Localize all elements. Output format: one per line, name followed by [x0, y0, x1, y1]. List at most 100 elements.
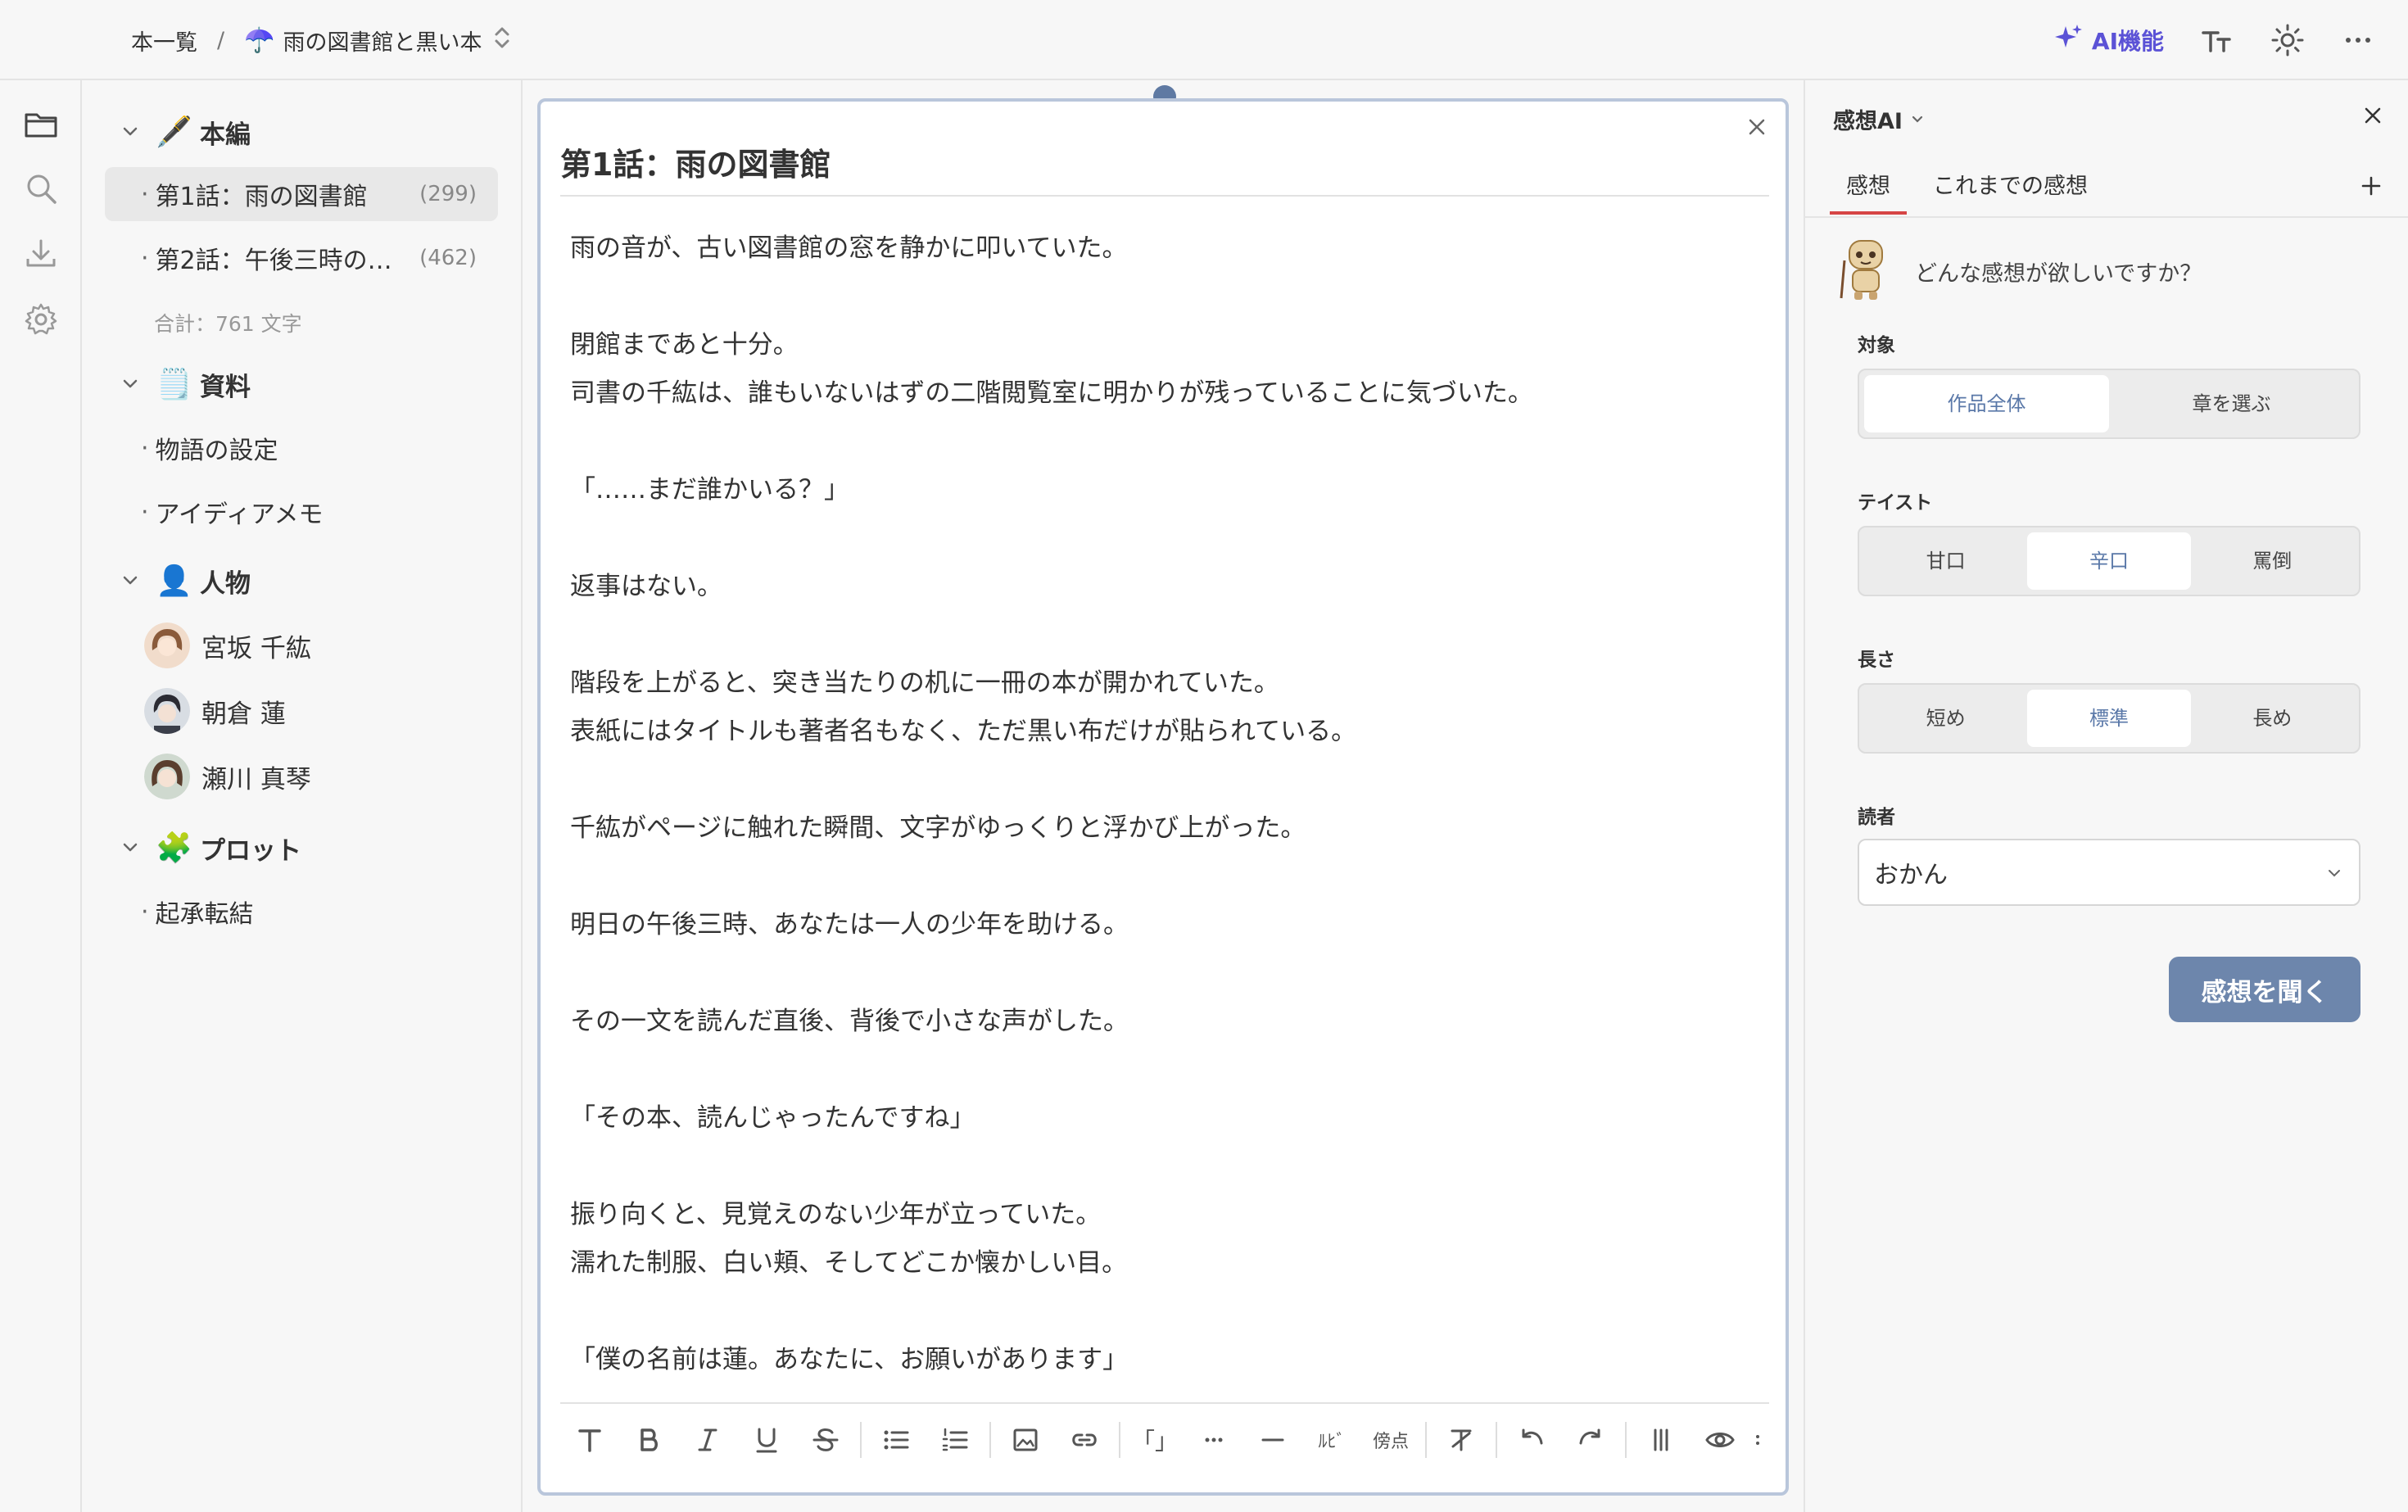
- section-main-story[interactable]: 🖋️ 本編: [120, 111, 251, 152]
- ruby-icon: ﾙﾋﾞ: [1318, 1432, 1346, 1452]
- breadcrumb: 本一覧 / ☂️ 雨の図書館と黒い本: [131, 23, 511, 57]
- underline-icon: [756, 1428, 777, 1453]
- option-whole-work[interactable]: 作品全体: [1864, 375, 2109, 432]
- text-style-button[interactable]: [560, 1415, 619, 1464]
- bracket-button[interactable]: 「」: [1125, 1415, 1184, 1464]
- insert-image-button[interactable]: [996, 1415, 1055, 1464]
- tab-past-feedback[interactable]: これまでの感想: [1917, 170, 2104, 215]
- chapter-title: 第1話：雨の図書館: [155, 183, 368, 211]
- more-toolbar-icon[interactable]: [1749, 1415, 1766, 1464]
- redo-button[interactable]: [1561, 1415, 1620, 1464]
- close-icon[interactable]: [1743, 113, 1771, 141]
- chapter-char-count: (462): [419, 246, 477, 270]
- option-long[interactable]: 長め: [2191, 690, 2354, 747]
- option-choose-chapter[interactable]: 章を選ぶ: [2109, 375, 2354, 432]
- gear-icon[interactable]: [23, 301, 59, 337]
- divider: [1805, 216, 2408, 218]
- bold-button[interactable]: [619, 1415, 678, 1464]
- panel-title-dropdown[interactable]: 感想AI: [1833, 103, 1926, 135]
- bullet: ·: [141, 433, 149, 463]
- italic-button[interactable]: [678, 1415, 737, 1464]
- ask-feedback-button[interactable]: 感想を聞く: [2169, 957, 2360, 1022]
- tab-feedback[interactable]: 感想: [1830, 170, 1907, 215]
- ellipsis-button[interactable]: [1184, 1415, 1243, 1464]
- vertical-text-icon: [1654, 1428, 1668, 1451]
- numbered-list-button[interactable]: [926, 1415, 984, 1464]
- dash-button[interactable]: [1243, 1415, 1302, 1464]
- bullet-list-button[interactable]: [867, 1415, 926, 1464]
- option-abusive[interactable]: 罵倒: [2191, 532, 2354, 590]
- undo-button[interactable]: [1502, 1415, 1561, 1464]
- format-toolbar: 「」 ﾙﾋﾞ 傍点: [560, 1402, 1769, 1476]
- breadcrumb-book-title[interactable]: 雨の図書館と黒い本: [283, 25, 482, 57]
- download-icon[interactable]: [23, 236, 59, 272]
- option-mild[interactable]: 甘口: [1864, 532, 2027, 590]
- section-label: 本編: [200, 120, 251, 150]
- vertical-writing-button[interactable]: [1632, 1415, 1691, 1464]
- avatar: [144, 688, 190, 734]
- undo-icon: [1522, 1428, 1543, 1445]
- chapter-item-2[interactable]: · 第2話：午後三時の… (462): [105, 231, 498, 285]
- section-materials[interactable]: 🗒️ 資料: [120, 364, 251, 405]
- person-icon: 👤: [156, 564, 192, 598]
- ruby-button[interactable]: ﾙﾋﾞ: [1302, 1415, 1361, 1464]
- sun-icon[interactable]: [2270, 23, 2305, 57]
- redo-icon: [1579, 1428, 1600, 1445]
- reader-selected-value: おかん: [1874, 861, 1948, 890]
- section-characters[interactable]: 👤 人物: [120, 560, 251, 601]
- strikethrough-button[interactable]: [796, 1415, 855, 1464]
- bold-icon: [640, 1428, 658, 1451]
- character-item[interactable]: 瀬川 真琴: [144, 752, 311, 801]
- reader-label: 読者: [1858, 807, 1895, 828]
- bullet: ·: [141, 897, 149, 926]
- toolbar-divider: [989, 1422, 991, 1458]
- section-plot[interactable]: 🧩 プロット: [120, 827, 301, 868]
- ai-features-label: AI機能: [2091, 28, 2164, 55]
- plot-item[interactable]: · 起承転結: [105, 885, 498, 939]
- plot-title: 起承転結: [155, 900, 254, 929]
- chapter-item-1[interactable]: · 第1話：雨の図書館 (299): [105, 167, 498, 221]
- manuscript-text-area[interactable]: 雨の音が、古い図書館の窓を静かに叩いていた。 閉館まであと十分。 司書の千紘は、…: [570, 224, 1749, 1384]
- bullet-list-icon: [884, 1430, 909, 1450]
- toolbar-divider: [1496, 1422, 1497, 1458]
- clear-format-icon: [1451, 1429, 1472, 1451]
- chevron-down-icon: [123, 127, 138, 136]
- insert-link-button[interactable]: [1055, 1415, 1114, 1464]
- avatar: [144, 754, 190, 799]
- emphasis-icon: 傍点: [1372, 1432, 1409, 1452]
- chevron-updown-icon[interactable]: [493, 24, 511, 57]
- search-icon[interactable]: [23, 170, 59, 206]
- character-item[interactable]: 宮坂 千紘: [144, 621, 311, 670]
- target-label: 対象: [1858, 335, 1895, 356]
- close-icon[interactable]: [2359, 102, 2387, 129]
- preview-button[interactable]: [1691, 1415, 1749, 1464]
- character-item[interactable]: 朝倉 蓮: [144, 686, 286, 736]
- bracket-icon: 「」: [1131, 1428, 1178, 1455]
- link-icon: [1072, 1433, 1097, 1446]
- option-short[interactable]: 短め: [1864, 690, 2027, 747]
- feedback-prompt: どんな感想が欲しいですか？: [1915, 261, 2202, 287]
- option-standard[interactable]: 標準: [2027, 690, 2191, 747]
- section-label: 人物: [200, 568, 251, 599]
- clear-format-button[interactable]: [1432, 1415, 1491, 1464]
- option-harsh[interactable]: 辛口: [2027, 532, 2191, 590]
- plus-icon[interactable]: [2357, 172, 2385, 200]
- chapter-editor: 第1話：雨の図書館 雨の音が、古い図書館の窓を静かに叩いていた。 閉館まであと十…: [537, 98, 1789, 1496]
- font-size-icon[interactable]: [2200, 23, 2234, 57]
- emphasis-dots-button[interactable]: 傍点: [1361, 1415, 1420, 1464]
- material-item[interactable]: · 物語の設定: [105, 421, 498, 475]
- breadcrumb-book-list[interactable]: 本一覧: [131, 25, 197, 57]
- sparkle-icon: [2053, 21, 2085, 60]
- underline-button[interactable]: [737, 1415, 796, 1464]
- toolbar-divider: [1625, 1422, 1627, 1458]
- chapter-char-count: (299): [419, 182, 477, 206]
- dash-icon: [1261, 1438, 1284, 1442]
- more-icon[interactable]: [2341, 23, 2375, 57]
- chapter-title-field[interactable]: 第1話：雨の図書館: [560, 143, 1769, 197]
- italic-icon: [698, 1428, 717, 1451]
- material-item[interactable]: · アイディアメモ: [105, 485, 498, 539]
- reader-select[interactable]: おかん: [1858, 839, 2360, 906]
- folder-icon[interactable]: [23, 106, 59, 143]
- ai-features-button[interactable]: AI機能: [2053, 21, 2164, 60]
- panel-tabs: 感想 これまでの感想: [1830, 170, 2387, 215]
